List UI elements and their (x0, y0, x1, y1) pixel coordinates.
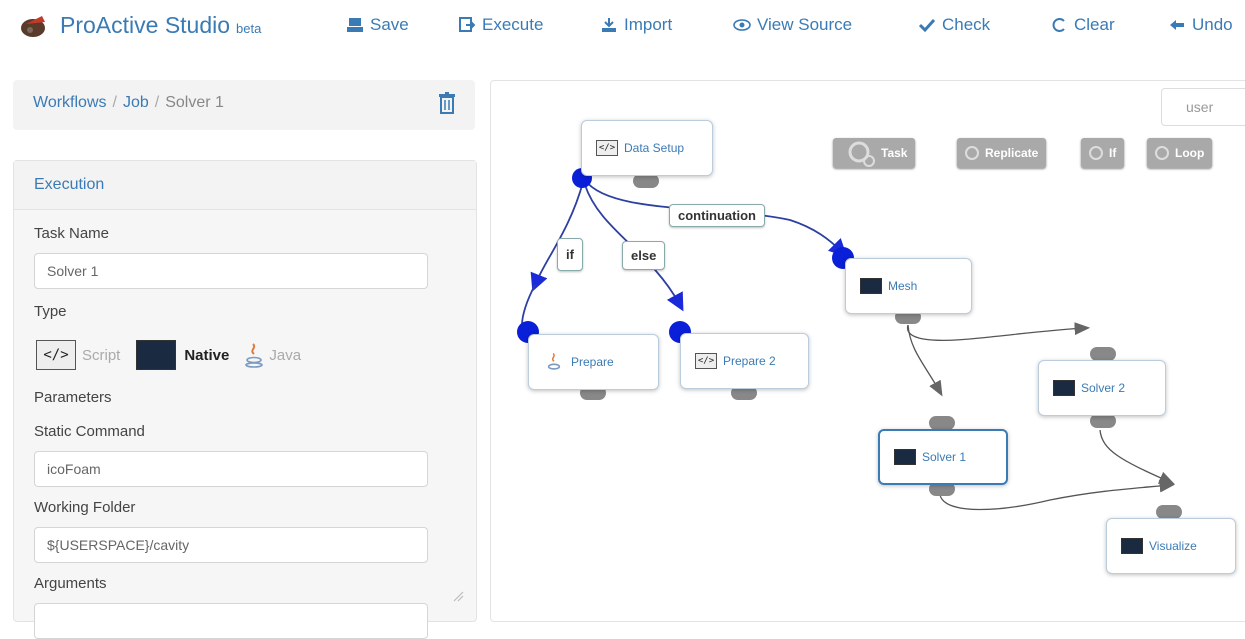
dependency-link[interactable] (906, 322, 1091, 341)
continuation-label[interactable]: continuation (669, 204, 765, 227)
input-port[interactable] (1090, 414, 1116, 428)
node-label: Solver 1 (922, 450, 967, 464)
gear-icon (1089, 146, 1103, 160)
palette-if-label: If (1109, 146, 1117, 160)
palette-loop[interactable]: Loop (1147, 138, 1213, 168)
task-node-data-setup[interactable]: </> Data Setup (581, 120, 713, 176)
node-label: Solver 2 (1081, 381, 1126, 395)
gear-icon (965, 146, 979, 160)
task-node-solver-1[interactable]: Solver 1 (878, 429, 1008, 485)
task-node-mesh[interactable]: Mesh (845, 258, 972, 314)
gear-icon (1155, 146, 1169, 160)
palette-task[interactable]: Task (833, 138, 916, 168)
task-node-solver-2[interactable]: Solver 2 (1038, 360, 1166, 416)
code-icon: </> (695, 353, 717, 369)
gears-icon (848, 141, 875, 167)
java-icon (543, 352, 565, 370)
input-port[interactable] (633, 174, 659, 188)
code-icon: </> (596, 140, 618, 156)
terminal-icon (1053, 380, 1075, 396)
terminal-icon (1121, 538, 1143, 554)
connections-layer (517, 168, 1182, 519)
node-label: Prepare 2 (723, 354, 776, 368)
task-node-prepare-2[interactable]: </> Prepare 2 (680, 333, 809, 389)
node-label: Data Setup (624, 141, 685, 155)
task-node-prepare[interactable]: Prepare (528, 334, 659, 390)
node-label: Visualize (1149, 539, 1197, 553)
arguments-input[interactable] (34, 603, 428, 639)
node-label: Mesh (888, 279, 918, 293)
palette-if[interactable]: If (1081, 138, 1125, 168)
palette-replicate[interactable]: Replicate (957, 138, 1047, 168)
if-label[interactable]: if (557, 238, 583, 271)
node-label: Prepare (571, 355, 614, 369)
palette-task-label: Task (881, 146, 908, 160)
input-port[interactable] (929, 416, 955, 430)
dependency-link[interactable] (1099, 429, 1175, 485)
palette-replicate-label: Replicate (985, 146, 1039, 160)
input-port[interactable] (1156, 505, 1182, 519)
user-field[interactable]: user (1161, 88, 1245, 126)
terminal-icon (860, 278, 882, 294)
palette-loop-label: Loop (1175, 146, 1205, 160)
task-node-visualize[interactable]: Visualize (1106, 518, 1236, 574)
terminal-icon (894, 449, 916, 465)
dependency-link[interactable] (939, 479, 1176, 511)
else-label[interactable]: else (622, 241, 666, 270)
input-port[interactable] (1090, 347, 1116, 361)
